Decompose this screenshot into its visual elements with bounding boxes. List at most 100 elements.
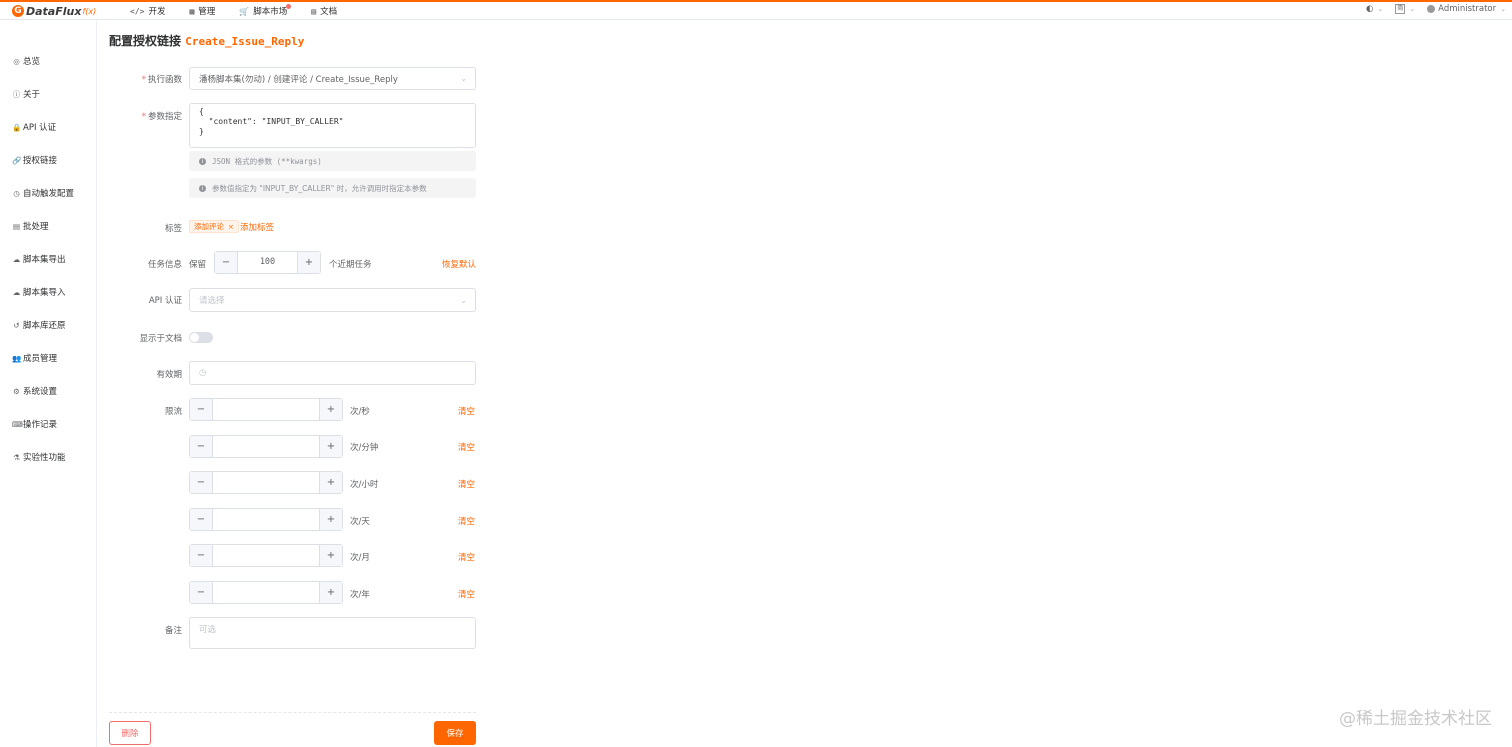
clear-link[interactable]: 清空 [458, 478, 475, 490]
clock-icon: ◷ [199, 368, 207, 378]
sidebar-item-label: 脚本集导入 [23, 288, 66, 298]
throttling-input[interactable] [213, 545, 319, 566]
sidebar-item-experimental[interactable]: ⚗ 实验性功能 [12, 451, 66, 464]
topnav-item-manage[interactable]: ▦ 管理 [189, 5, 216, 18]
user-icon [1427, 5, 1436, 13]
notification-dot [286, 4, 292, 9]
sidebar-item-export[interactable]: ☁ 脚本集导出 [12, 253, 66, 266]
args-hint-json: i JSON 格式的参数 (**kwargs) [189, 151, 476, 171]
app-logo[interactable]: G DataFlux f(x) [12, 4, 96, 18]
func-label: * 执行函数 [141, 75, 182, 85]
sidebar-item-settings[interactable]: ⚙ 系统设置 [12, 385, 57, 398]
user-menu[interactable]: Administrator ⌄ [1427, 4, 1506, 14]
theme-switcher[interactable]: ◐ ⌄ [1366, 4, 1383, 14]
throttling-input[interactable] [213, 399, 319, 420]
keyboard-icon: ⌨ [12, 419, 23, 429]
sidebar-item-label: 成员管理 [23, 354, 58, 364]
sidebar-item-batch[interactable]: ▤ 批处理 [12, 220, 49, 233]
reset-default-link[interactable]: 恢复默认 [442, 258, 476, 270]
sidebar-item-recover[interactable]: ↺ 脚本库还原 [12, 319, 65, 332]
minus-button[interactable]: − [190, 472, 213, 493]
code-icon: </> [130, 6, 145, 16]
save-button[interactable]: 保存 [434, 721, 476, 745]
close-icon[interactable]: × [228, 223, 234, 231]
top-bar: G DataFlux f(x) </> 开发 ▦ 管理 🛒 脚本市场 ▤ 文档 … [0, 0, 1512, 20]
topnav-item-market[interactable]: 🛒 脚本市场 [239, 4, 292, 17]
api-auth-select[interactable]: 请选择 ⌄ [189, 288, 476, 312]
plus-button[interactable]: + [319, 436, 342, 457]
grid-icon: ▦ [189, 6, 195, 16]
sidebar-item-op-records[interactable]: ⌨ 操作记录 [12, 418, 57, 431]
api-auth-label: API 认证 [148, 296, 182, 306]
tag-item: 添加评论 × [189, 220, 239, 233]
plus-button[interactable]: + [319, 472, 342, 493]
topnav-item-docs[interactable]: ▤ 文档 [311, 5, 337, 18]
task-count-input[interactable]: 100 [238, 252, 297, 273]
sidebar-item-overview[interactable]: ◎ 总览 [12, 55, 41, 68]
task-suffix: 个近期任务 [329, 260, 372, 270]
language-switcher[interactable]: 简 ⌄ [1395, 4, 1415, 14]
args-code-editor[interactable]: { "content": "INPUT_BY_CALLER" } [189, 103, 476, 148]
users-icon: 👥 [12, 353, 22, 363]
throttling-unit: 次/月 [350, 553, 370, 563]
sidebar-item-import[interactable]: ☁ 脚本集导入 [12, 286, 66, 299]
sidebar-item-about[interactable]: ⓘ 关于 [12, 88, 40, 101]
topnav-item-dev[interactable]: </> 开发 [130, 5, 165, 18]
cart-icon: 🛒 [239, 6, 250, 16]
topnav-label: 管理 [198, 7, 216, 17]
clear-link[interactable]: 清空 [458, 551, 475, 563]
plus-button[interactable]: + [319, 399, 342, 420]
delete-button[interactable]: 删除 [109, 721, 151, 745]
show-in-doc-switch[interactable] [189, 332, 213, 343]
throttling-input[interactable] [213, 472, 319, 493]
throttling-input[interactable] [213, 509, 319, 530]
switch-knob [190, 333, 199, 342]
minus-button[interactable]: − [190, 545, 213, 566]
plus-button[interactable]: + [319, 582, 342, 603]
note-textarea[interactable]: 可选 [189, 617, 476, 649]
sidebar-item-api-auth[interactable]: 🔒 API 认证 [12, 121, 56, 134]
sidebar-item-label: 实验性功能 [23, 453, 66, 463]
throttling-input[interactable] [213, 436, 319, 457]
info-icon: i [199, 184, 206, 192]
minus-button[interactable]: − [190, 399, 213, 420]
top-right-controls: ◐ ⌄ 简 ⌄ Administrator ⌄ [1354, 4, 1506, 14]
sidebar-item-label: 批处理 [23, 222, 49, 232]
clear-link[interactable]: 清空 [458, 515, 475, 527]
plus-button[interactable]: + [319, 545, 342, 566]
clear-link[interactable]: 清空 [458, 441, 475, 453]
minus-button[interactable]: − [190, 436, 213, 457]
sidebar-item-crontab[interactable]: ◷ 自动触发配置 [12, 187, 74, 200]
watermark: @稀土掘金技术社区 [1339, 709, 1492, 729]
clear-link[interactable]: 清空 [458, 588, 475, 600]
link-icon: 🔗 [12, 155, 22, 165]
plus-button[interactable]: + [297, 252, 320, 273]
expire-label: 有效期 [156, 370, 182, 380]
sidebar-item-members[interactable]: 👥 成员管理 [12, 352, 58, 365]
history-icon: ↺ [13, 320, 20, 330]
add-tag-button[interactable]: 添加标签 [240, 221, 274, 233]
throttling-unit: 次/年 [350, 590, 370, 600]
app-name-suffix: f(x) [82, 6, 97, 16]
minus-button[interactable]: − [190, 582, 213, 603]
expire-datetime-picker[interactable]: ◷ [189, 361, 476, 385]
dashboard-icon: ◎ [13, 56, 20, 66]
top-nav: </> 开发 ▦ 管理 🛒 脚本市场 ▤ 文档 [130, 4, 361, 18]
throttling-stepper-hour: − + [189, 471, 343, 494]
chevron-down-icon: ⌄ [460, 74, 467, 83]
logo-mark-icon: G [12, 5, 24, 17]
func-select[interactable]: 潘杨脚本集(勿动) / 创建评论 / Create_Issue_Reply ⌄ [189, 67, 476, 90]
info-icon: ⓘ [12, 89, 21, 99]
minus-button[interactable]: − [215, 252, 238, 273]
page-title-text: 配置授权链接 [109, 34, 182, 48]
sidebar-item-label: 总览 [23, 57, 41, 67]
minus-button[interactable]: − [190, 509, 213, 530]
chevron-down-icon: ⌄ [1500, 5, 1506, 13]
app-name: DataFlux [26, 4, 82, 18]
plus-button[interactable]: + [319, 509, 342, 530]
sidebar-item-auth-link[interactable]: 🔗 授权链接 [12, 154, 57, 167]
chevron-down-icon: ⌄ [1409, 5, 1416, 13]
clear-link[interactable]: 清空 [458, 405, 475, 417]
note-label: 备注 [164, 626, 182, 636]
throttling-input[interactable] [213, 582, 319, 603]
